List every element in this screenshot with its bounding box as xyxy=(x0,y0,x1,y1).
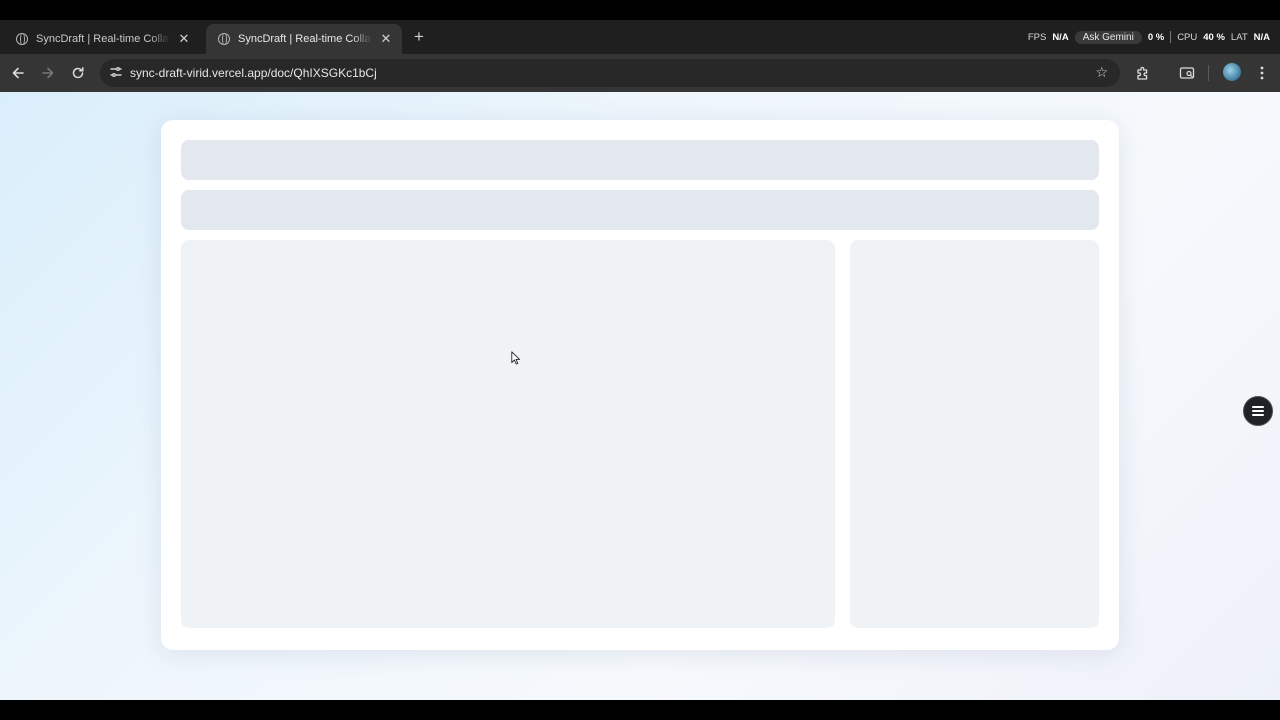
globe-icon xyxy=(16,32,28,45)
screen: SyncDraft | Real-time Collaborative Edit… xyxy=(0,0,1280,720)
browser-toolbar: sync-draft-virid.vercel.app/doc/QhIXSGKc… xyxy=(0,54,1280,92)
new-tab-button[interactable]: + xyxy=(410,28,428,46)
bottom-letterbox xyxy=(0,700,1280,720)
tune-icon[interactable] xyxy=(108,65,124,81)
close-icon[interactable]: ✕ xyxy=(378,31,394,47)
tab-strip: SyncDraft | Real-time Collaborative Edit… xyxy=(0,20,1280,54)
reload-icon[interactable] xyxy=(68,63,88,83)
url-text[interactable]: sync-draft-virid.vercel.app/doc/QhIXSGKc… xyxy=(130,66,377,80)
performance-overlay: FPS N/A Ask Gemini 0 % CPU 40 % LAT N/A xyxy=(1028,29,1270,45)
close-icon[interactable]: ✕ xyxy=(176,31,192,47)
tab-1[interactable]: SyncDraft | Real-time Collaborative Edit… xyxy=(4,24,200,54)
star-icon[interactable]: ☆ xyxy=(1095,64,1108,81)
fps-label: FPS xyxy=(1027,31,1047,43)
address-bar[interactable]: sync-draft-virid.vercel.app/doc/QhIXSGKc… xyxy=(100,59,1120,87)
mouse-cursor-icon xyxy=(511,351,521,365)
page-viewport xyxy=(0,92,1280,700)
avatar[interactable] xyxy=(1223,63,1241,81)
globe-icon xyxy=(218,32,230,45)
cast-icon[interactable] xyxy=(1177,63,1197,83)
gpu-value: 0 % xyxy=(1147,31,1165,43)
tab-title: SyncDraft | Real-time Collaborative Edit… xyxy=(238,33,372,45)
cpu-value: 40 % xyxy=(1203,31,1225,43)
fps-value: N/A xyxy=(1052,31,1069,43)
lat-label: LAT xyxy=(1230,31,1248,43)
kebab-menu-icon[interactable] xyxy=(1252,63,1272,83)
tab-2[interactable]: SyncDraft | Real-time Collaborative Edit… xyxy=(206,24,402,54)
divider xyxy=(1170,31,1172,43)
puzzle-icon[interactable] xyxy=(1132,63,1152,83)
floating-menu-button[interactable] xyxy=(1243,396,1273,426)
tab-title: SyncDraft | Real-time Collaborative Edit… xyxy=(36,33,170,45)
forward-arrow-icon[interactable] xyxy=(38,63,58,83)
cpu-label: CPU xyxy=(1177,31,1198,43)
toolbar-divider xyxy=(1208,65,1209,81)
skeleton-toolbar-bar xyxy=(181,190,1099,230)
menu-lines-icon xyxy=(1252,406,1264,416)
skeleton-sidebar-panel xyxy=(850,240,1099,628)
lat-value: N/A xyxy=(1253,31,1270,43)
skeleton-editor-panel xyxy=(181,240,835,628)
skeleton-title-bar xyxy=(181,140,1099,180)
ask-gemini-button[interactable]: Ask Gemini xyxy=(1074,30,1142,44)
back-arrow-icon[interactable] xyxy=(8,63,28,83)
document-card xyxy=(161,120,1119,650)
